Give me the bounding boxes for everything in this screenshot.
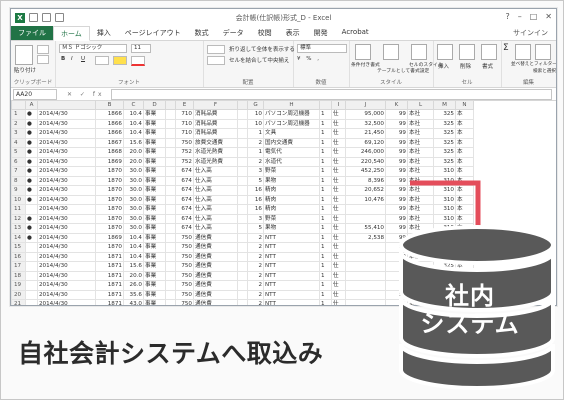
db-label-line2: システム — [420, 310, 520, 338]
db-top — [399, 225, 555, 265]
db-label-line1: 社内 — [445, 282, 495, 310]
caption: 自社会計システムへ取込み — [18, 339, 324, 368]
